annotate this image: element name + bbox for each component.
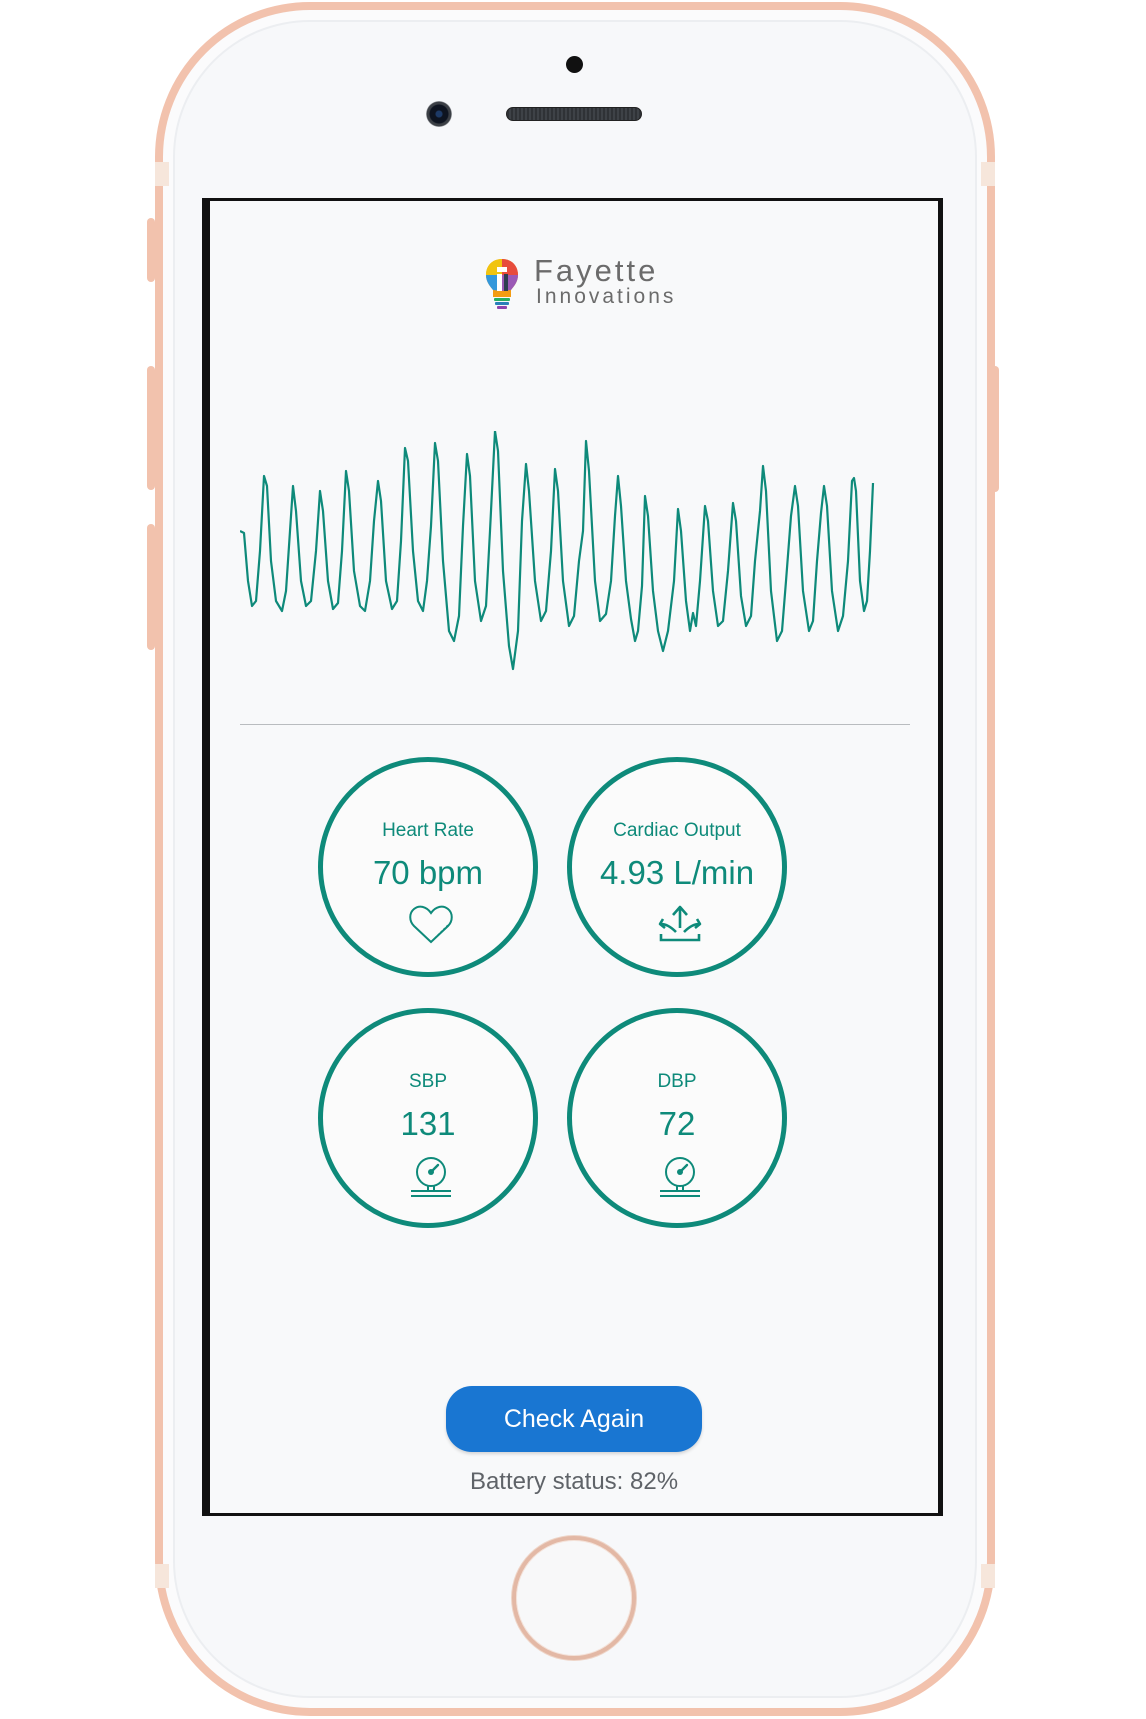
antenna-band — [981, 162, 995, 186]
phone-volume-down-button — [147, 524, 155, 650]
check-again-button[interactable]: Check Again — [446, 1386, 702, 1452]
waveform-line — [240, 431, 875, 671]
antenna-band — [981, 1564, 995, 1588]
front-camera — [426, 101, 452, 127]
pressure-gauge-icon — [660, 1157, 700, 1197]
sbp-value: 131 — [400, 1105, 456, 1142]
cardiac-output-card: Cardiac Output 4.93 L/min — [567, 757, 787, 977]
home-button[interactable] — [512, 1536, 636, 1660]
cardiac-output-icon — [658, 905, 702, 942]
earpiece-speaker — [506, 107, 642, 121]
lightbulb-logo-icon — [486, 259, 518, 309]
brand-tagline: Innovations — [536, 285, 677, 308]
battery-status: Battery status: 82% — [469, 1468, 679, 1495]
heart-rate-value: 70 bpm — [372, 854, 484, 891]
proximity-sensor — [566, 56, 583, 73]
antenna-band — [155, 162, 169, 186]
heart-icon — [409, 905, 453, 944]
dbp-value: 72 — [658, 1105, 696, 1142]
waveform-chart — [240, 431, 875, 671]
heart-rate-card: Heart Rate 70 bpm — [318, 757, 538, 977]
cardiac-output-value: 4.93 L/min — [599, 854, 755, 891]
pressure-gauge-icon — [411, 1157, 451, 1197]
dbp-label: DBP — [657, 1071, 697, 1092]
dbp-card: DBP 72 — [567, 1008, 787, 1228]
sbp-card: SBP 131 — [318, 1008, 538, 1228]
phone-volume-up-button — [147, 366, 155, 490]
antenna-band — [155, 1564, 169, 1588]
brand-name: Fayette — [534, 253, 659, 288]
sbp-label: SBP — [408, 1071, 448, 1092]
divider — [240, 724, 910, 725]
heart-rate-label: Heart Rate — [382, 820, 474, 841]
app-screen: Fayette Innovations Heart Rate 70 bpm Ca… — [202, 198, 943, 1516]
phone-side-button — [147, 218, 155, 282]
brand-logo: Fayette Innovations — [484, 253, 684, 313]
cardiac-output-label: Cardiac Output — [613, 820, 741, 841]
